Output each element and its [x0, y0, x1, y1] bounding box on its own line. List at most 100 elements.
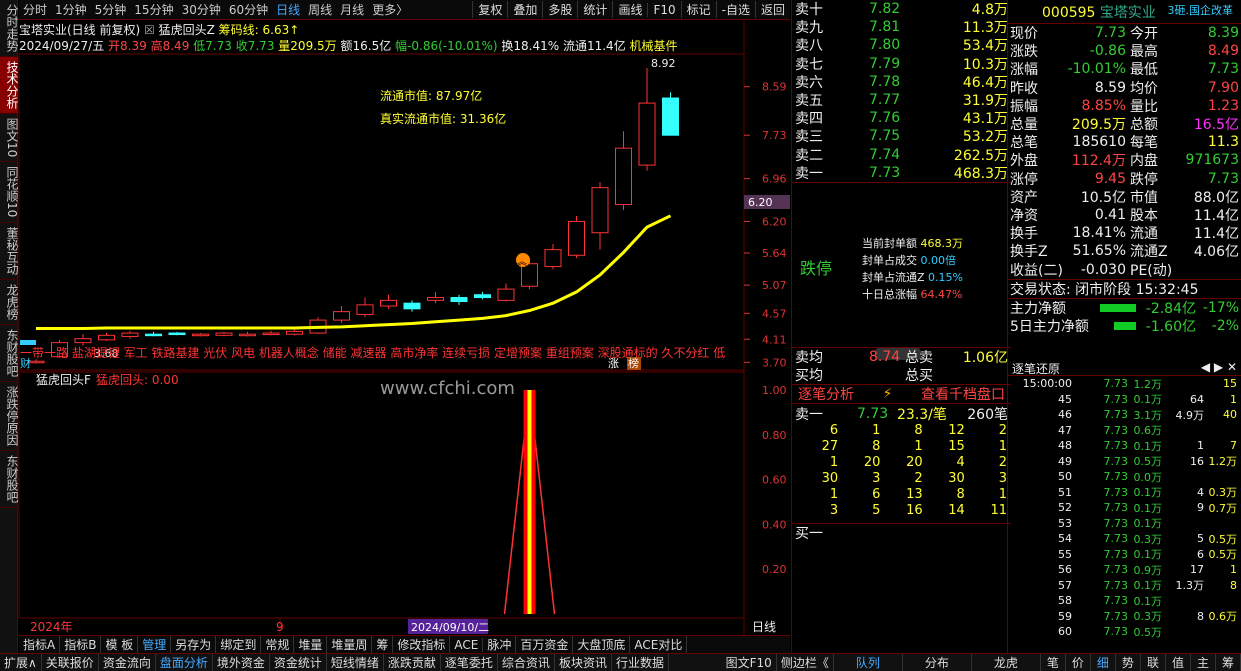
ask-row[interactable]: 卖三 7.75 53.2万 — [792, 127, 1011, 145]
btab-fund-stat[interactable]: 资金统计 — [270, 654, 327, 671]
tick-time: 54 — [1058, 532, 1072, 546]
queue-cell: 1 — [914, 439, 923, 455]
quote-value: 18.41% — [1072, 225, 1126, 242]
btab-analysis[interactable]: 盘面分析 — [156, 654, 213, 671]
date-cursor: 2024/09/10/二 — [411, 621, 489, 634]
ask-label: 卖六 — [795, 74, 823, 91]
btab-value[interactable]: 值 — [1166, 654, 1191, 671]
ask-row[interactable]: 卖四 7.76 43.1万 — [792, 109, 1011, 127]
ind-tab-chip[interactable]: 筹 — [372, 636, 394, 653]
tick-time: 53 — [1058, 516, 1072, 530]
quote-value: 209.5万 — [1071, 117, 1126, 134]
candle-body — [98, 334, 115, 341]
tick-row: 60 7.73 0.5万 — [1008, 624, 1241, 640]
tick-buy: 8 — [1197, 609, 1204, 623]
btab-sentiment[interactable]: 短线情绪 — [327, 654, 384, 671]
ind-tab-edit[interactable]: 修改指标 — [393, 636, 451, 653]
tick-sell: 1.2万 — [1208, 455, 1238, 469]
btab-sector-news[interactable]: 板块资讯 — [555, 654, 612, 671]
btab-industry[interactable]: 行业数据 — [612, 654, 669, 671]
ind-tab-manage[interactable]: 管理 — [138, 636, 172, 653]
btab-f10[interactable]: 图文F10 — [722, 654, 777, 671]
ind-tab-topbottom[interactable]: 大盘顶底 — [573, 636, 631, 653]
orderbook-panel: 卖十 7.82 4.8万 卖九 7.81 11.3万 卖八 7.80 53.4万 卖七 7.79 10… — [791, 0, 1011, 653]
ask-volume: 262.5万 — [953, 147, 1008, 164]
ind-tab-b[interactable]: 指标B — [60, 636, 102, 653]
quote-label: 振幅 — [1010, 98, 1038, 115]
ind-tab-normal[interactable]: 常规 — [261, 636, 295, 653]
quote-row: 换手 18.41% 流通 11.4亿 — [1008, 224, 1241, 242]
btab-related[interactable]: 关联报价 — [42, 654, 99, 671]
quote-label: 流通Z — [1130, 244, 1168, 261]
quote-row: 净资 0.41 股本 11.4亿 — [1008, 206, 1241, 224]
ask-row[interactable]: 卖九 7.81 11.3万 — [792, 18, 1011, 36]
ask-row[interactable]: 卖七 7.79 10.3万 — [792, 55, 1011, 73]
ask-price: 7.81 — [869, 19, 901, 36]
ask-price: 7.75 — [869, 128, 901, 145]
tick-price: 7.73 — [1103, 392, 1129, 406]
btab-link[interactable]: 联 — [1141, 654, 1166, 671]
ten-day-value: 64.47% — [920, 287, 963, 301]
price-tick-label: 8.59 — [762, 81, 787, 94]
ask-row[interactable]: 卖一 7.73 468.3万 — [792, 164, 1011, 182]
ask-row[interactable]: 卖六 7.78 46.4万 — [792, 73, 1011, 91]
candle-body — [544, 249, 562, 268]
btab-queue[interactable]: 队列 — [834, 654, 903, 671]
price-tick-label: 4.57 — [762, 307, 787, 320]
tick-price: 7.73 — [1103, 516, 1129, 530]
btab-flow[interactable]: 资金流向 — [99, 654, 156, 671]
ind-tab-saveas[interactable]: 另存为 — [171, 636, 217, 653]
btab-chip[interactable]: 筹 — [1216, 654, 1241, 671]
ind-tab-bind[interactable]: 绑定到 — [216, 636, 262, 653]
btab-dragon[interactable]: 龙虎 — [972, 654, 1041, 671]
ask-price: 7.78 — [869, 73, 901, 90]
quote-row: 换手Z 51.65% 流通Z 4.06亿 — [1008, 242, 1241, 260]
queue-cell: 14 — [948, 503, 965, 519]
btab-tick[interactable]: 笔 — [1041, 654, 1066, 671]
tick-nav-icons[interactable]: ◀ ▶ ✕ — [1201, 360, 1237, 375]
btab-news[interactable]: 综合资讯 — [498, 654, 555, 671]
ask-volume: 53.2万 — [962, 129, 1008, 146]
ind-tab-a[interactable]: 指标A — [19, 636, 61, 653]
btab-dist[interactable]: 分布 — [903, 654, 972, 671]
tick-analysis-link[interactable]: 逐笔分析 — [798, 384, 854, 404]
stock-code: 000595 — [1042, 4, 1096, 21]
ind-tab-stackvol-week[interactable]: 堆量周 — [327, 636, 373, 653]
btab-trend[interactable]: 势 — [1116, 654, 1141, 671]
sub-chart-frame — [18, 371, 745, 619]
ind-tab-ace[interactable]: ACE — [450, 637, 484, 652]
lightning-icon: ⚡ — [882, 386, 893, 403]
tick-price: 7.73 — [1103, 625, 1129, 639]
ask-row[interactable]: 卖五 7.77 31.9万 — [792, 91, 1011, 109]
queue-cell: 6 — [829, 423, 839, 439]
candle-body — [568, 220, 585, 256]
ask-row[interactable]: 卖二 7.74 262.5万 — [792, 146, 1011, 164]
quote-label: 资产 — [1010, 189, 1038, 206]
ask-volume: 4.8万 — [971, 2, 1008, 19]
tick-price: 7.73 — [1103, 377, 1129, 391]
btab-expand[interactable]: 扩展∧ — [0, 654, 42, 671]
ind-tab-template[interactable]: 模 板 — [101, 636, 139, 653]
ind-tab-stackvol[interactable]: 堆量 — [294, 636, 328, 653]
quote-value: -0.030 — [1080, 261, 1126, 278]
ind-tab-ace-compare[interactable]: ACE对比 — [630, 636, 688, 653]
btab-main[interactable]: 主 — [1191, 654, 1216, 671]
tick-volume: 0.6万 — [1133, 424, 1163, 438]
quote-label: 总额 — [1130, 117, 1158, 134]
concept-badge[interactable]: 3砸.国企改革 — [1168, 2, 1234, 18]
tick-volume: 0.1万 — [1133, 439, 1163, 453]
ind-tab-pulse[interactable]: 脉冲 — [483, 636, 517, 653]
queue-row: 30 3 2 30 3 — [796, 471, 1007, 487]
depth-link[interactable]: 查看千档盘口 — [921, 384, 1005, 404]
ask-row[interactable]: 卖十 7.82 4.8万 — [792, 0, 1011, 18]
btab-sidebar[interactable]: 侧边栏《 — [777, 654, 834, 671]
ind-tab-million[interactable]: 百万资金 — [516, 636, 574, 653]
btab-contrib[interactable]: 涨跌贡献 — [384, 654, 441, 671]
ask-row[interactable]: 卖八 7.80 53.4万 — [792, 36, 1011, 54]
btab-order[interactable]: 逐笔委托 — [441, 654, 498, 671]
btab-price[interactable]: 价 — [1066, 654, 1091, 671]
tick-row: 54 7.73 0.3万 5 0.5万 — [1008, 531, 1241, 547]
btab-foreign[interactable]: 境外资金 — [213, 654, 270, 671]
btab-detail[interactable]: 细 — [1091, 654, 1116, 671]
tick-row: 48 7.73 0.1万 1 7 — [1008, 438, 1241, 454]
